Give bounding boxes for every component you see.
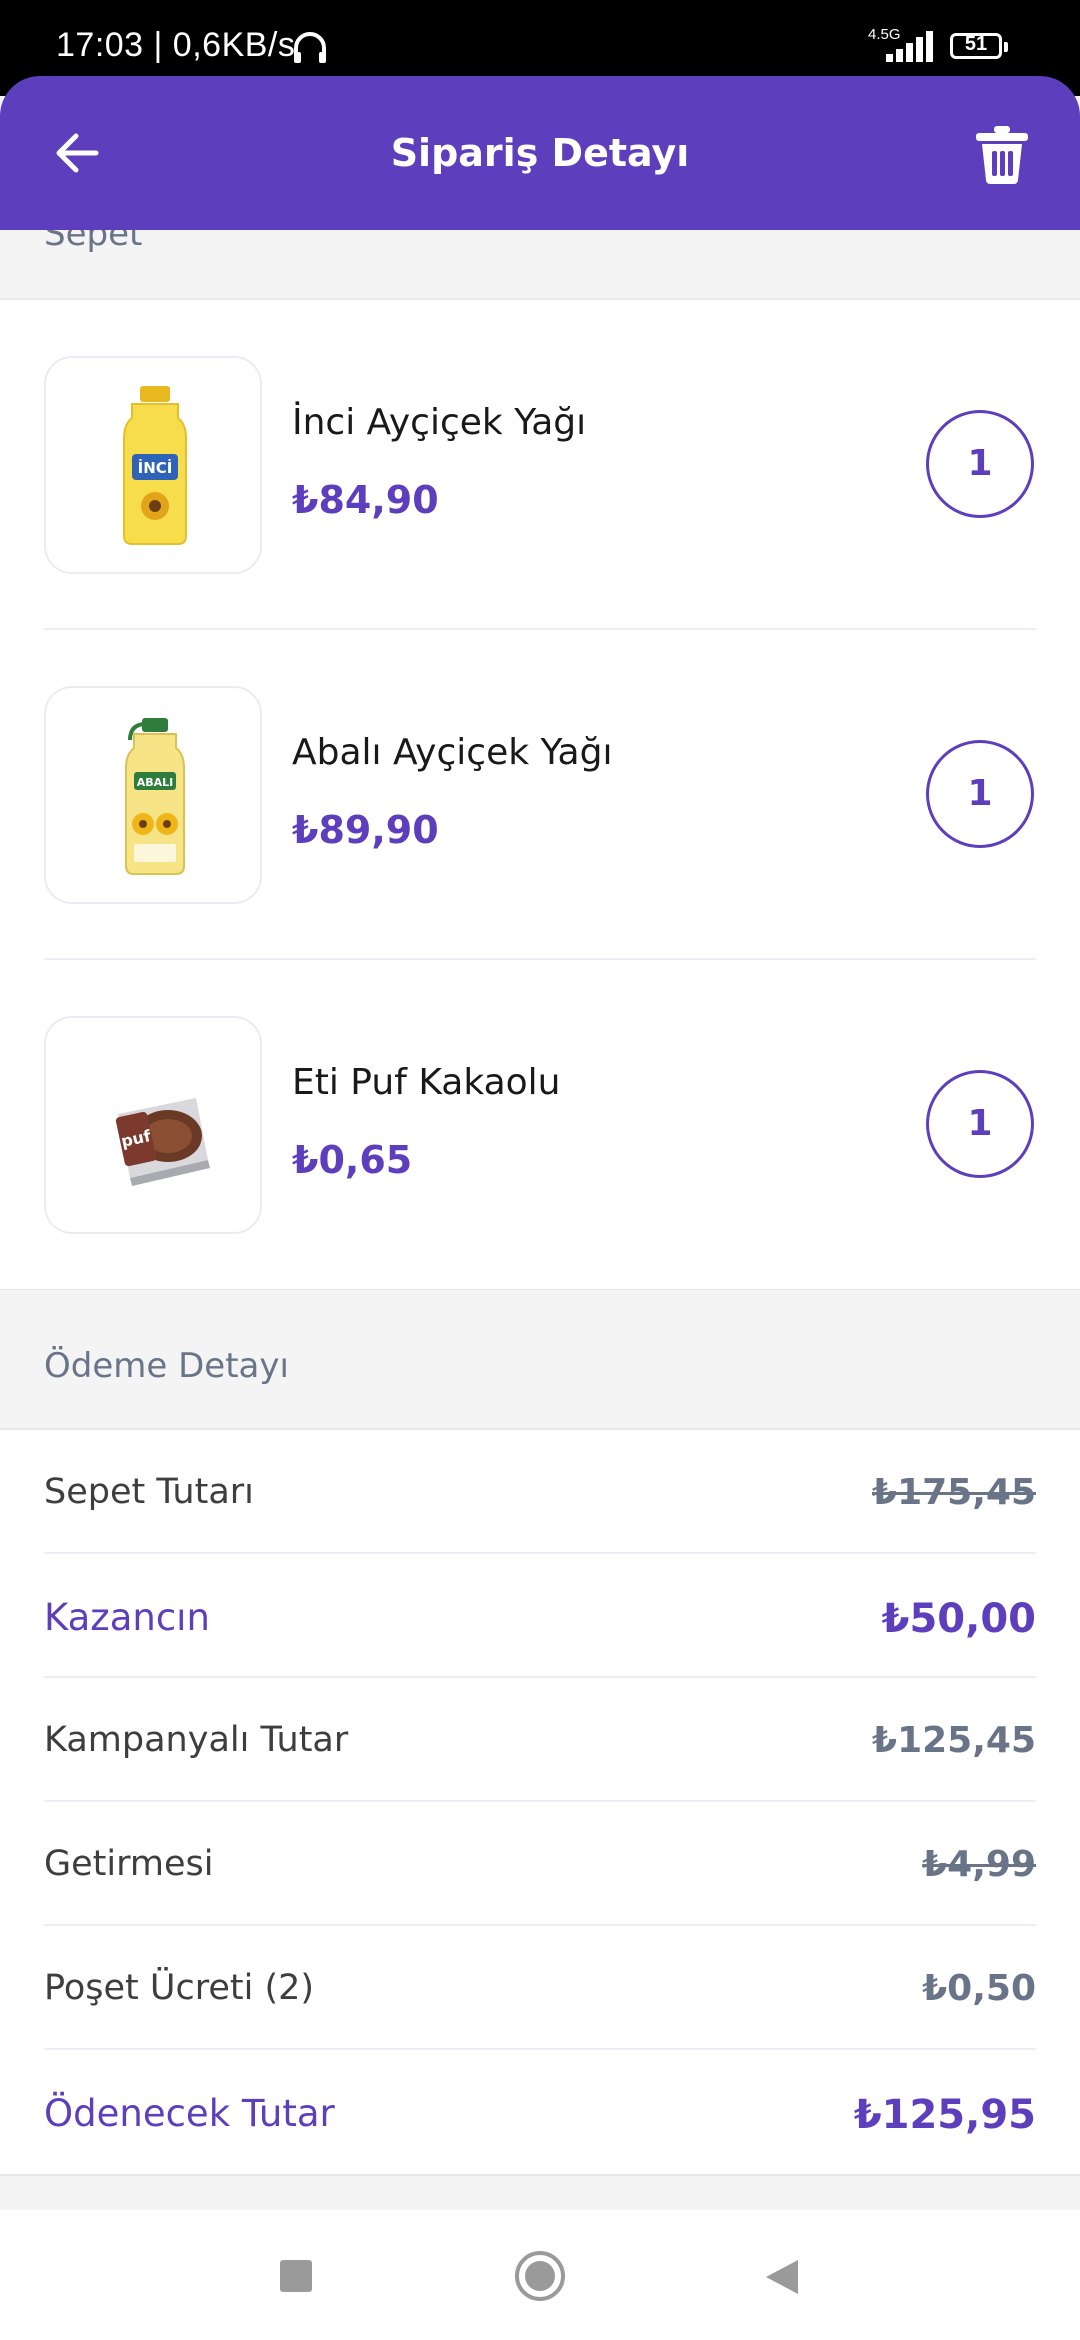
- status-time: 17:03 | 0,6KB/s: [56, 26, 296, 64]
- payment-label: Kampanyalı Tutar: [44, 1720, 349, 1760]
- product-name: Abalı Ayçiçek Yağı: [292, 732, 613, 773]
- svg-text:İNCİ: İNCİ: [138, 458, 173, 477]
- payment-value: ₺125,45: [872, 1720, 1036, 1761]
- payment-row-delivery-fee: Getirmesi ₺4,99: [0, 1802, 1080, 1926]
- payment-row-amount-due: Ödenecek Tutar ₺125,95: [0, 2050, 1080, 2174]
- recents-square-icon[interactable]: [226, 2210, 366, 2340]
- app-header: Sipariş Detayı: [0, 76, 1080, 230]
- battery-icon: 51: [950, 33, 1008, 59]
- payment-value: ₺4,99: [922, 1844, 1036, 1885]
- payment-row-savings: Kazancın ₺50,00: [0, 1554, 1080, 1678]
- payment-value: ₺125,95: [853, 2092, 1036, 2138]
- payment-section-title: Ödeme Detayı: [44, 1346, 289, 1386]
- basket-section-header: Sepet: [0, 230, 1080, 300]
- list-item[interactable]: puf Eti Puf Kakaolu ₺0,65 1: [0, 960, 1080, 1290]
- basket-section-title: Sepet: [44, 230, 143, 254]
- payment-row-bag-fee: Poşet Ücreti (2) ₺0,50: [0, 1926, 1080, 2050]
- quantity-badge[interactable]: 1: [926, 1070, 1034, 1178]
- signal-icon: [886, 30, 938, 68]
- page-title: Sipariş Detayı: [390, 131, 690, 175]
- product-image-oil-bottle: İNCİ: [44, 356, 262, 574]
- payment-value: ₺0,50: [922, 1968, 1036, 2009]
- product-price: ₺89,90: [292, 808, 439, 852]
- quantity-badge[interactable]: 1: [926, 740, 1034, 848]
- system-nav-bar: [0, 2210, 1080, 2340]
- list-item[interactable]: ABALI Abalı Ayçiçek Yağı ₺89,90 1: [0, 630, 1080, 960]
- battery-level: 51: [964, 33, 988, 55]
- payment-details: Sepet Tutarı ₺175,45 Kazancın ₺50,00 Kam…: [0, 1428, 1080, 2176]
- trash-icon[interactable]: [974, 124, 1030, 188]
- quantity-badge[interactable]: 1: [926, 410, 1034, 518]
- back-triangle-icon[interactable]: [712, 2210, 852, 2340]
- payment-value: ₺50,00: [881, 1596, 1036, 1642]
- product-image-snack-pack: puf: [44, 1016, 262, 1234]
- product-price: ₺84,90: [292, 478, 439, 522]
- payment-label: Kazancın: [44, 1596, 210, 1639]
- product-image-oil-bottle: ABALI: [44, 686, 262, 904]
- payment-label: Sepet Tutarı: [44, 1472, 254, 1512]
- headphones-icon: [290, 26, 330, 70]
- payment-label: Ödenecek Tutar: [44, 2092, 335, 2135]
- payment-label: Getirmesi: [44, 1844, 214, 1884]
- payment-row-basket-total: Sepet Tutarı ₺175,45: [0, 1430, 1080, 1554]
- payment-value: ₺175,45: [872, 1472, 1036, 1513]
- product-price: ₺0,65: [292, 1138, 413, 1182]
- product-list: İNCİ İnci Ayçiçek Yağı ₺84,90 1 ABALI Ab…: [0, 300, 1080, 1291]
- payment-label: Poşet Ücreti (2): [44, 1968, 315, 2008]
- payment-row-campaign-total: Kampanyalı Tutar ₺125,45: [0, 1678, 1080, 1802]
- home-circle-icon[interactable]: [470, 2210, 610, 2340]
- product-name: Eti Puf Kakaolu: [292, 1062, 561, 1103]
- svg-text:ABALI: ABALI: [137, 776, 174, 789]
- list-item[interactable]: İNCİ İnci Ayçiçek Yağı ₺84,90 1: [0, 300, 1080, 630]
- product-name: İnci Ayçiçek Yağı: [292, 402, 587, 443]
- payment-section-header: Ödeme Detayı: [0, 1290, 1080, 1428]
